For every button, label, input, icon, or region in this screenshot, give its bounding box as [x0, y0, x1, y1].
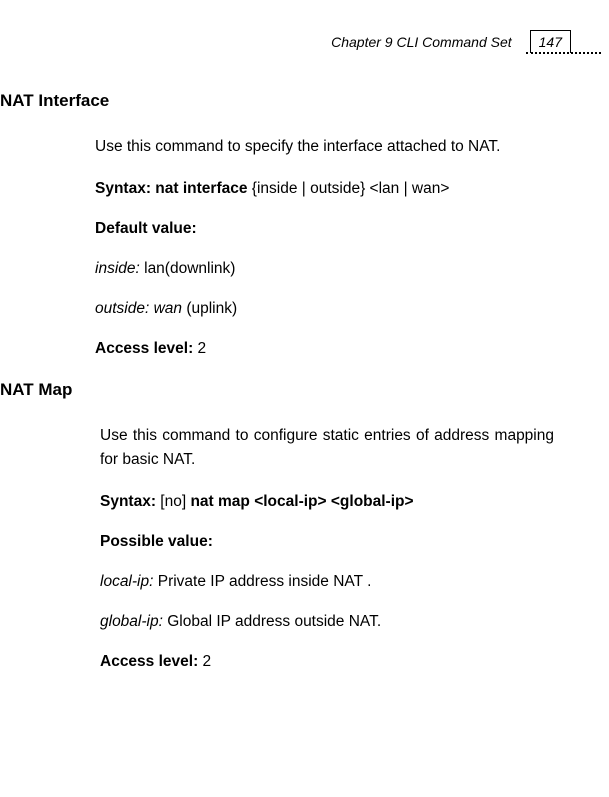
- default-value-label: Default value:: [95, 220, 549, 238]
- access-level-label: Access level:: [95, 340, 193, 357]
- default-outside-desc: (uplink): [182, 300, 237, 317]
- syntax-args: {inside | outside} <lan | wan>: [247, 180, 449, 197]
- access-level-value: 2: [193, 340, 206, 357]
- default-outside-term: outside: wan: [95, 300, 182, 317]
- section-heading-nat-interface: NAT Interface: [0, 91, 579, 111]
- syntax-prefix: Syntax:: [100, 493, 156, 510]
- syntax-mid: [no]: [156, 493, 190, 510]
- page-header: Chapter 9 CLI Command Set 147: [0, 30, 579, 53]
- section-body-nat-map: Use this command to configure static ent…: [100, 424, 554, 671]
- intro-paragraph-map: Use this command to configure static ent…: [100, 424, 554, 471]
- local-ip-term: local-ip:: [100, 573, 153, 590]
- access-level-map: Access level: 2: [100, 653, 554, 671]
- chapter-title: Chapter 9 CLI Command Set: [331, 34, 512, 50]
- syntax-line-map: Syntax: [no] nat map <local-ip> <global-…: [100, 493, 554, 511]
- possible-value-label: Possible value:: [100, 533, 554, 551]
- section-heading-nat-map: NAT Map: [0, 380, 579, 400]
- global-ip-term: global-ip:: [100, 613, 163, 630]
- intro-paragraph: Use this command to specify the interfac…: [95, 135, 549, 158]
- syntax-bold: nat map <local-ip> <global-ip>: [190, 493, 413, 510]
- param-local-ip: local-ip: Private IP address inside NAT …: [100, 573, 554, 591]
- access-level: Access level: 2: [95, 340, 549, 358]
- syntax-line: Syntax: nat interface {inside | outside}…: [95, 180, 549, 198]
- default-outside: outside: wan (uplink): [95, 300, 549, 318]
- default-inside-term: inside:: [95, 260, 140, 277]
- local-ip-desc: Private IP address inside NAT .: [153, 573, 371, 590]
- page-content: NAT Interface Use this command to specif…: [0, 61, 579, 671]
- global-ip-desc: Global IP address outside NAT.: [163, 613, 381, 630]
- param-global-ip: global-ip: Global IP address outside NAT…: [100, 613, 554, 631]
- access-level-label-map: Access level:: [100, 653, 198, 670]
- default-inside-desc: lan(downlink): [140, 260, 236, 277]
- dotted-divider: [526, 52, 601, 54]
- section-body-nat-interface: Use this command to specify the interfac…: [95, 135, 549, 358]
- access-level-value-map: 2: [198, 653, 211, 670]
- page-number-box: 147: [530, 30, 571, 53]
- syntax-label: Syntax: nat interface: [95, 180, 247, 197]
- default-inside: inside: lan(downlink): [95, 260, 549, 278]
